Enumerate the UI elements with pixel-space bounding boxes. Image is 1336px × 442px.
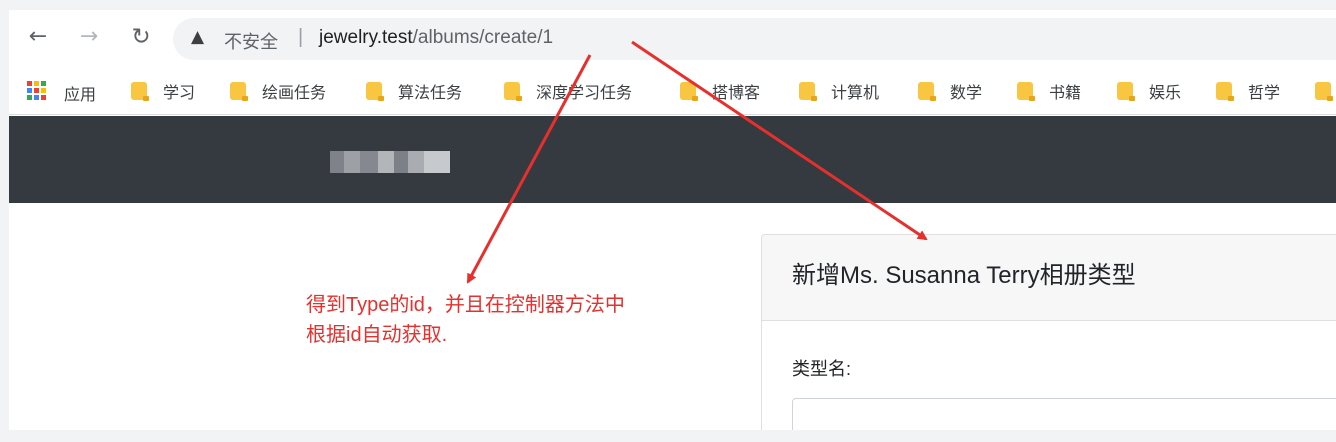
bookmark-item[interactable]: 哲学 bbox=[1216, 80, 1280, 102]
annotation-note: 得到Type的id，并且在控制器方法中 根据id自动获取. bbox=[306, 290, 625, 350]
bookmark-item[interactable]: 计算机 bbox=[799, 80, 879, 102]
bookmark-item[interactable]: 搭博客 bbox=[680, 80, 760, 102]
type-name-label: 类型名: bbox=[792, 359, 852, 379]
folder-icon bbox=[366, 82, 384, 101]
bookmark-item[interactable]: 书籍 bbox=[1017, 80, 1081, 102]
bookmark-item[interactable]: 娱乐 bbox=[1117, 80, 1181, 102]
folder-icon bbox=[680, 82, 698, 101]
back-arrow-icon[interactable]: ← bbox=[23, 22, 53, 52]
bookmark-item[interactable]: 数学 bbox=[918, 80, 982, 102]
forward-arrow-icon[interactable]: → bbox=[74, 22, 104, 52]
site-navbar bbox=[9, 116, 1336, 203]
folder-icon bbox=[131, 82, 149, 101]
folder-icon bbox=[1117, 82, 1135, 101]
bookmark-item[interactable]: 学习 bbox=[131, 80, 195, 102]
card-title: 新增Ms. Susanna Terry相册类型 bbox=[762, 235, 1336, 321]
web-page: 新增Ms. Susanna Terry相册类型 类型名: bbox=[9, 116, 1336, 430]
folder-icon bbox=[1216, 82, 1234, 101]
bookmark-item[interactable]: 深度学习任务 bbox=[504, 80, 632, 102]
url-path: /albums/create/1 bbox=[412, 27, 554, 48]
browser-window: ← → ↻ ▲ 不安全 | jewelry.test/albums/create… bbox=[9, 10, 1336, 430]
apps-label[interactable]: 应用 bbox=[64, 81, 96, 105]
bookmarks-bar: 应用 学习 绘画任务 算法任务 深度学习任务 搭博客 计算机 数学 书籍 娱乐 … bbox=[9, 68, 1336, 115]
browser-toolbar: ← → ↻ ▲ 不安全 | jewelry.test/albums/create… bbox=[9, 10, 1336, 68]
warning-icon[interactable]: ▲ bbox=[191, 27, 204, 47]
insecure-label[interactable]: 不安全 bbox=[224, 28, 278, 54]
reload-icon[interactable]: ↻ bbox=[126, 22, 156, 52]
bookmark-item-overflow[interactable] bbox=[1315, 80, 1336, 102]
create-album-type-card: 新增Ms. Susanna Terry相册类型 类型名: bbox=[761, 234, 1336, 430]
folder-icon bbox=[504, 82, 522, 101]
annotation-line-1: 得到Type的id，并且在控制器方法中 bbox=[306, 294, 625, 316]
bookmark-item[interactable]: 绘画任务 bbox=[230, 80, 326, 102]
apps-grid-icon[interactable] bbox=[27, 81, 47, 101]
folder-icon bbox=[918, 82, 936, 101]
url-text[interactable]: jewelry.test/albums/create/1 bbox=[319, 27, 553, 49]
blurred-brand-logo[interactable] bbox=[330, 151, 450, 173]
folder-icon bbox=[799, 82, 817, 101]
folder-icon bbox=[1017, 82, 1035, 101]
annotation-line-2: 根据id自动获取. bbox=[306, 324, 448, 346]
address-bar[interactable]: ▲ 不安全 | jewelry.test/albums/create/1 bbox=[173, 18, 1336, 60]
folder-icon bbox=[1315, 82, 1333, 101]
folder-icon bbox=[230, 82, 248, 101]
type-name-input[interactable] bbox=[792, 398, 1336, 430]
card-body: 类型名: bbox=[762, 321, 1336, 381]
address-separator: | bbox=[298, 26, 304, 48]
url-host: jewelry.test bbox=[319, 27, 413, 48]
bookmark-item[interactable]: 算法任务 bbox=[366, 80, 462, 102]
